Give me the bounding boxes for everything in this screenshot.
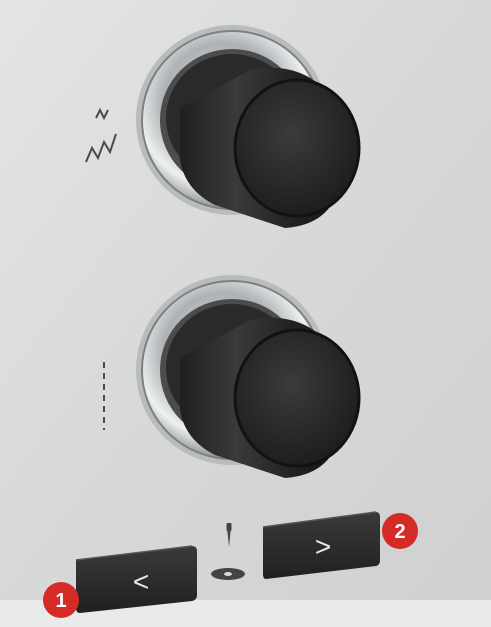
sewing-machine-control-panel: < > 1 2 — [0, 0, 491, 627]
callout-badge-1-label: 1 — [55, 590, 66, 612]
callout-badge-1: 1 — [43, 582, 79, 618]
left-arrow-icon: < — [133, 566, 149, 597]
right-arrow-icon: > — [315, 531, 331, 562]
callout-badge-2-label: 2 — [394, 521, 405, 543]
panel-photo: < > 1 2 — [0, 0, 491, 627]
callout-badge-2: 2 — [382, 513, 418, 549]
